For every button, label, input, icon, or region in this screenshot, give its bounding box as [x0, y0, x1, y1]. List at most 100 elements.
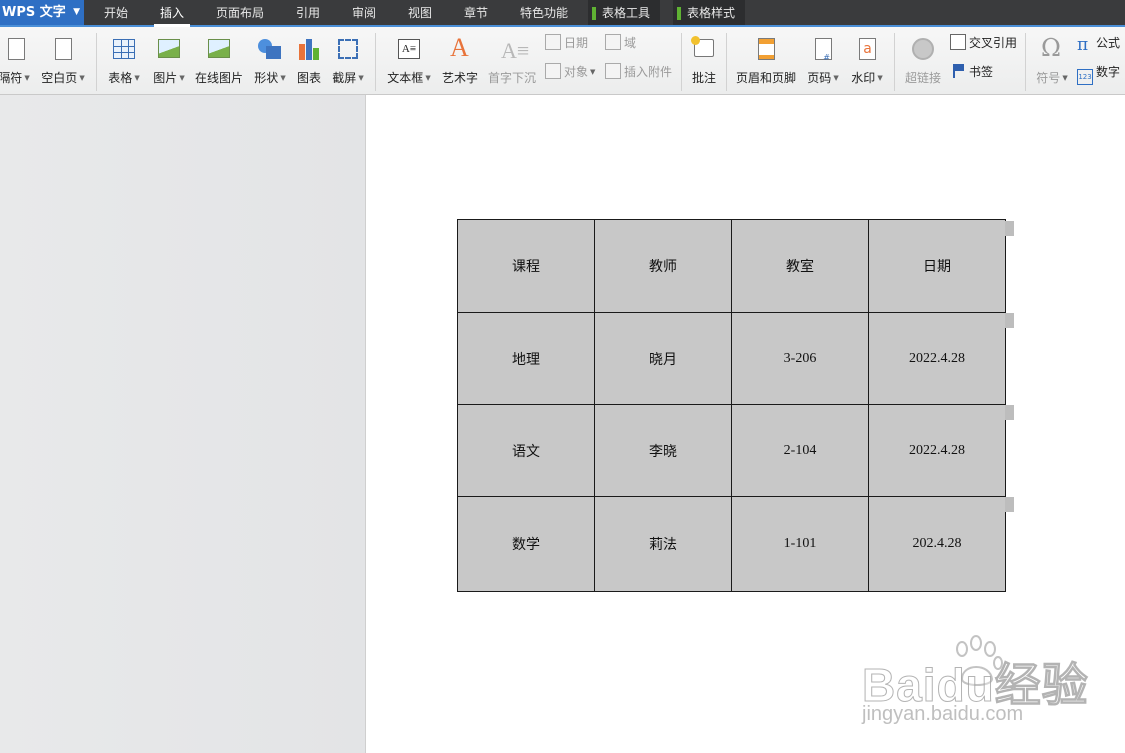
tab-page-layout[interactable]: 页面布局	[216, 0, 264, 25]
header-footer-icon	[754, 37, 778, 61]
tab-section[interactable]: 章节	[464, 0, 488, 25]
comment-button[interactable]: 批注	[688, 31, 720, 91]
blank-page-button[interactable]: 空白页 ▼	[38, 31, 88, 91]
tab-home[interactable]: 开始	[104, 0, 128, 25]
cross-reference-label: 交叉引用	[969, 36, 1018, 50]
table-cell[interactable]: 3-206	[731, 312, 869, 405]
shapes-button[interactable]: 形状 ▼	[250, 31, 290, 91]
bar-chart-icon	[297, 37, 321, 61]
schedule-table[interactable]: 课程 教师 教室 日期 地理 晓月 3-206 2022.4.28 语文 李晓 …	[457, 219, 1006, 592]
table-cell[interactable]: 数学	[457, 496, 595, 592]
bookmark-label: 书签	[969, 65, 994, 79]
number-label: 数字	[1096, 65, 1121, 79]
chart-label: 图表	[296, 71, 321, 85]
picture-button[interactable]: 图片 ▼	[149, 31, 189, 91]
header-footer-label: 页眉和页脚	[735, 71, 796, 85]
table-button[interactable]: 表格 ▼	[104, 31, 144, 91]
online-picture-label: 在线图片	[194, 71, 243, 85]
table-header-row: 课程 教师 教室 日期	[457, 219, 1006, 313]
table-cell[interactable]: 2022.4.28	[868, 312, 1006, 405]
number-button[interactable]: 123 数字	[1077, 62, 1121, 85]
text-box-icon: A≡	[397, 37, 421, 61]
shapes-label: 形状	[254, 71, 279, 85]
pi-icon: π	[1077, 35, 1089, 55]
table-cell[interactable]: 日期	[868, 219, 1006, 313]
table-cell[interactable]: 莉法	[594, 496, 732, 592]
object-label: 对象	[564, 65, 589, 79]
object-icon	[545, 63, 561, 79]
tab-table-style[interactable]: 表格样式	[673, 0, 746, 25]
table-icon	[112, 37, 136, 61]
page-break-label: 隔符	[0, 71, 23, 85]
page-number-label: 页码	[807, 71, 832, 85]
table-cell[interactable]: 1-101	[731, 496, 869, 592]
blank-page-icon	[51, 37, 75, 61]
context-marker	[677, 7, 681, 20]
table-cell[interactable]: 2022.4.28	[868, 404, 1006, 497]
tab-references[interactable]: 引用	[296, 0, 320, 25]
field-button[interactable]: 域	[605, 33, 636, 53]
page-number-icon: #	[811, 37, 835, 62]
table-cell[interactable]: 晓月	[594, 312, 732, 405]
attachment-button[interactable]: 插入附件	[605, 62, 672, 82]
date-label: 日期	[564, 36, 589, 50]
calendar-icon	[545, 34, 561, 50]
attachment-label: 插入附件	[624, 65, 673, 79]
page-break-button[interactable]: 隔符 ▼	[0, 31, 36, 91]
divider	[894, 33, 895, 91]
tab-review[interactable]: 审阅	[352, 0, 376, 25]
screenshot-icon	[336, 37, 360, 61]
blank-page-label: 空白页	[41, 71, 78, 85]
app-menu-button[interactable]: WPS 文字 ▼	[0, 0, 84, 25]
divider	[726, 33, 727, 91]
row-insert-handle[interactable]	[1005, 405, 1014, 420]
tab-special[interactable]: 特色功能	[520, 0, 568, 25]
screenshot-button[interactable]: 截屏 ▼	[329, 31, 367, 91]
table-cell[interactable]: 教室	[731, 219, 869, 313]
drop-cap-button[interactable]: A≡ 首字下沉	[486, 31, 538, 91]
chart-button[interactable]: 图表	[294, 31, 324, 91]
page-number-button[interactable]: # 页码 ▼	[804, 31, 842, 91]
word-art-label: 艺术字	[441, 71, 478, 85]
table-cell[interactable]: 地理	[457, 312, 595, 405]
formula-button[interactable]: π 公式	[1077, 33, 1120, 55]
bookmark-button[interactable]: 书签	[950, 62, 993, 82]
online-picture-button[interactable]: 在线图片	[193, 31, 245, 91]
tab-table-tools[interactable]: 表格工具	[588, 0, 661, 25]
table-cell[interactable]: 教师	[594, 219, 732, 313]
shapes-icon	[258, 37, 282, 61]
symbol-button[interactable]: Ω 符号 ▼	[1032, 31, 1072, 91]
field-icon	[605, 34, 621, 50]
cross-reference-button[interactable]: 交叉引用	[950, 33, 1017, 53]
tab-view[interactable]: 视图	[408, 0, 432, 25]
picture-label: 图片	[153, 71, 178, 85]
table-cell[interactable]: 课程	[457, 219, 595, 313]
table-cell[interactable]: 语文	[457, 404, 595, 497]
row-insert-handle[interactable]	[1005, 497, 1014, 512]
hyperlink-button[interactable]: 超链接	[902, 31, 944, 91]
date-button[interactable]: 日期	[545, 33, 588, 53]
baidu-jingyan-watermark: Baidu经验 jingyan.baidu.com	[862, 635, 1112, 745]
table-cell[interactable]: 202.4.28	[868, 496, 1006, 592]
word-art-button[interactable]: A 艺术字	[440, 31, 480, 91]
divider	[1025, 33, 1026, 91]
omega-icon: Ω	[1041, 34, 1061, 62]
table-cell[interactable]: 2-104	[731, 404, 869, 497]
text-box-label: 文本框	[387, 71, 424, 85]
header-footer-button[interactable]: 页眉和页脚	[734, 31, 798, 91]
row-insert-handle[interactable]	[1005, 313, 1014, 328]
object-button[interactable]: 对象 ▼	[545, 62, 595, 82]
drop-cap-label: 首字下沉	[487, 71, 536, 85]
row-insert-handle[interactable]	[1005, 221, 1014, 236]
tab-table-tools-label: 表格工具	[602, 6, 651, 20]
comment-icon	[691, 36, 716, 61]
divider	[375, 33, 376, 91]
table-row: 地理 晓月 3-206 2022.4.28	[457, 312, 1006, 405]
table-cell[interactable]: 李晓	[594, 404, 732, 497]
text-box-button[interactable]: A≡ 文本框 ▼	[384, 31, 434, 91]
globe-link-icon	[911, 37, 935, 61]
watermark-button[interactable]: a 水印 ▼	[848, 31, 886, 91]
table-row: 数学 莉法 1-101 202.4.28	[457, 496, 1006, 592]
tab-insert[interactable]: 插入	[153, 0, 191, 27]
flag-icon	[950, 63, 966, 79]
